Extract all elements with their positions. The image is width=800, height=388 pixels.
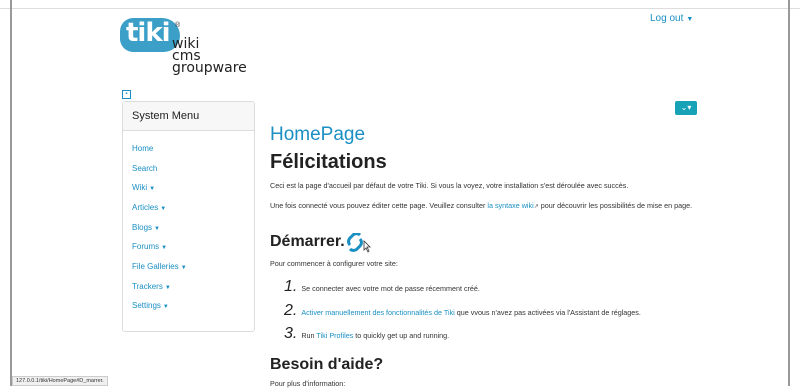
tiki-profiles-link[interactable]: Tiki Profiles [316, 331, 353, 340]
sidebar-item-trackers[interactable]: Trackers ▼ [132, 282, 171, 291]
sidebar-item-label: Articles [132, 203, 159, 212]
top-banner [0, 0, 800, 9]
page-title[interactable]: HomePage [270, 124, 365, 146]
caret-down-icon: ▼ [161, 245, 168, 251]
logout-link[interactable]: Log out ▼ [650, 13, 693, 24]
caret-down-icon: ▼ [154, 226, 160, 232]
sidebar-item-label: Home [132, 144, 154, 153]
system-menu-title: System Menu [123, 102, 254, 131]
sidebar-item-settings[interactable]: Settings ▼ [132, 301, 169, 310]
caret-down-icon: ▼ [160, 206, 167, 212]
caret-down-icon: ▼ [149, 186, 156, 192]
syntax-text-after: pour découvrir les possibilités de mise … [538, 201, 693, 210]
help-intro: Pour plus d'information: [270, 379, 346, 388]
sidebar-item-wiki[interactable]: Wiki ▼ [132, 183, 155, 192]
sidebar-item-label: Search [132, 164, 158, 173]
system-menu: System Menu Home Search Wiki ▼ Articles ▼ … [122, 101, 255, 332]
site-logo[interactable]: tiki ® wiki cms groupware [120, 18, 260, 88]
step-number: 2. [284, 302, 298, 319]
sidebar-item-label: Forums [132, 242, 160, 251]
intro-paragraph: Ceci est la page d'accueil par défaut de… [270, 181, 629, 190]
window-border-right [788, 0, 790, 386]
step-number: 3. [284, 325, 298, 342]
step-item: 3. Run Tiki Profiles to quickly get up an… [284, 325, 449, 343]
step-text-after: que vvous n'avez pas activées via l'Assi… [454, 308, 641, 317]
sidebar-item-label: Wiki [132, 183, 148, 192]
sidebar-item-label: Blogs [132, 223, 153, 232]
step-item: 1. Se connecter avec votre mot de passe r… [284, 278, 480, 296]
sidebar-item-label: Trackers [132, 282, 163, 291]
square-toggle-icon[interactable]: ▪ [122, 90, 131, 99]
logo-words: wiki cms groupware [172, 37, 247, 76]
anchor-link-icon[interactable] [346, 233, 372, 253]
sidebar-item-forums[interactable]: Forums ▼ [132, 242, 167, 251]
sidebar-item-file-galleries[interactable]: File Galleries ▼ [132, 262, 187, 271]
sidebar-item-home[interactable]: Home [132, 144, 153, 153]
step-number: 1. [284, 278, 298, 295]
syntax-paragraph: Une fois connecté vous pouvez éditer cet… [270, 200, 700, 213]
sidebar-item-search[interactable]: Search [132, 164, 157, 173]
sidebar-item-label: Settings [132, 301, 161, 310]
caret-down-icon: ▼ [162, 304, 169, 310]
syntax-text-before: Une fois connecté vous pouvez éditer cet… [270, 201, 488, 210]
sidebar-item-blogs[interactable]: Blogs ▼ [132, 223, 160, 232]
chevron-down-icon: ⌄▾ [680, 103, 692, 112]
logout-label: Log out [650, 13, 684, 24]
browser-status-bar: 127.0.0.1/tiki/HomePage#D_marrer. [12, 376, 108, 386]
sidebar-item-articles[interactable]: Articles ▼ [132, 203, 166, 212]
logo-word-groupware: groupware [172, 60, 247, 76]
caret-down-icon: ▼ [164, 285, 171, 291]
caret-down-icon: ▼ [180, 265, 187, 271]
step-text: Run [301, 331, 317, 340]
logo-brand: tiki [126, 18, 171, 48]
start-intro: Pour commencer à configurer votre site: [270, 259, 398, 268]
page-actions-button[interactable]: ⌄▾ [675, 101, 697, 115]
heading-besoin-aide: Besoin d'aide? [270, 356, 384, 373]
caret-down-icon: ▼ [686, 16, 694, 23]
logo-registered-mark: ® [175, 22, 181, 29]
heading-demarrer: Démarrer. [270, 233, 345, 250]
window-border-left [10, 0, 12, 386]
heading-felicitations: Félicitations [270, 151, 387, 173]
step-item: 2. Activer manuellement des fonctionnalit… [284, 302, 641, 320]
step-text: Se connecter avec votre mot de passe réc… [301, 284, 480, 293]
syntax-wiki-link[interactable]: la syntaxe wiki [487, 201, 533, 210]
step-text-after: to quickly get up and running. [353, 331, 450, 340]
activate-features-link[interactable]: Activer manuellement des fonctionnalités… [301, 308, 454, 317]
sidebar-item-label: File Galleries [132, 262, 179, 271]
